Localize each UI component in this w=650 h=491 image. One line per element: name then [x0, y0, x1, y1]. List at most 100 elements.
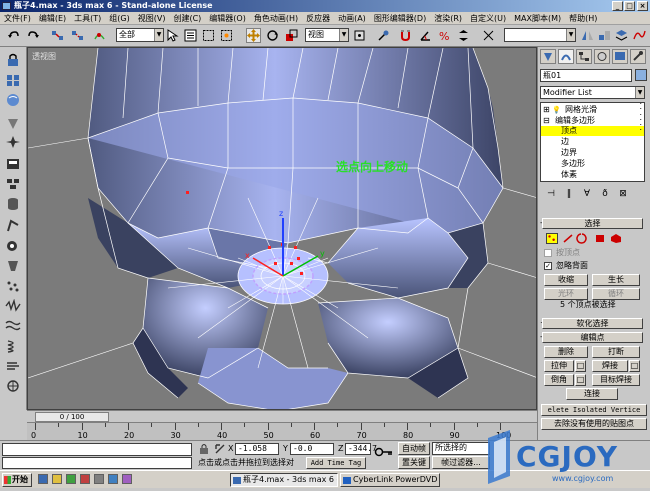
menu-modifiers[interactable]: 编辑器(O) — [205, 12, 250, 25]
make-unique-icon[interactable]: ∀ — [580, 187, 594, 201]
select-filter-icon[interactable] — [5, 73, 21, 87]
vertex-mode-icon[interactable] — [546, 233, 558, 244]
polygon-mode-icon[interactable] — [594, 233, 606, 244]
menu-edit[interactable]: 编辑(E) — [35, 12, 70, 25]
noise-icon[interactable] — [5, 298, 21, 313]
absolute-mode-icon[interactable] — [214, 443, 226, 455]
constraint-icon[interactable] — [5, 379, 21, 393]
weld-settings-button[interactable]: □ — [629, 360, 640, 372]
rollout-soft-selection[interactable]: 软化选择 — [542, 318, 643, 329]
paint-icon[interactable] — [5, 239, 21, 253]
snap-toggle-icon[interactable] — [398, 28, 413, 43]
light-icon[interactable] — [5, 259, 21, 273]
pin-stack-icon[interactable]: ⊣ — [544, 187, 558, 201]
weld-button[interactable]: 焊接 — [592, 360, 628, 372]
ignore-backface-checkbox[interactable]: ✓ — [544, 262, 552, 270]
expand-icon[interactable]: ⊞ — [543, 105, 550, 115]
maximize-button[interactable]: □ — [624, 1, 635, 11]
mirror-icon[interactable] — [580, 28, 595, 43]
edge-mode-icon[interactable] — [562, 233, 574, 244]
menu-reactor[interactable]: 反应器 — [302, 12, 334, 25]
stack-item-element[interactable]: 体素 — [541, 170, 644, 180]
rollout-edit-vertices[interactable]: 编辑点 — [542, 332, 643, 343]
element-mode-icon[interactable] — [610, 233, 622, 244]
add-time-tag-button[interactable]: Add Time Tag — [306, 457, 366, 469]
selection-filter-dropdown[interactable]: 全部 ▼ — [116, 28, 164, 42]
ring-button[interactable]: 光环 — [544, 288, 588, 300]
cylinder-icon[interactable] — [5, 197, 21, 211]
use-pivot-center-icon[interactable] — [352, 28, 367, 43]
wind-icon[interactable] — [5, 359, 21, 373]
quicklaunch-app2-icon[interactable] — [94, 474, 104, 484]
window-crossing-icon[interactable] — [219, 28, 234, 43]
layer-manager-icon[interactable] — [614, 28, 629, 43]
extrude-settings-button[interactable]: □ — [575, 360, 586, 372]
hierarchy-icon[interactable] — [5, 177, 21, 191]
stack-item-vertex[interactable]: 顶点 ⁚ — [541, 123, 644, 136]
close-button[interactable]: × — [637, 1, 648, 11]
loop-button[interactable]: 循环 — [592, 288, 640, 300]
sphere-icon[interactable] — [5, 93, 21, 107]
collapse-icon[interactable]: ⊟ — [543, 116, 550, 126]
bind-space-warp-icon[interactable] — [92, 28, 107, 43]
tape-icon[interactable] — [5, 135, 21, 149]
extrude-button[interactable]: 拉伸 — [544, 360, 574, 372]
object-name-field[interactable]: 瓶01 — [540, 69, 632, 82]
connect-button[interactable]: 连接 — [566, 388, 618, 400]
maxscript-listener[interactable] — [2, 443, 192, 456]
menu-animation[interactable]: 动画(A) — [334, 12, 370, 25]
quicklaunch-app4-icon[interactable] — [122, 474, 132, 484]
select-and-scale-icon[interactable] — [284, 28, 299, 43]
select-and-rotate-icon[interactable] — [265, 28, 280, 43]
lock-icon[interactable] — [5, 53, 21, 67]
menu-create[interactable]: 创建(C) — [169, 12, 205, 25]
minimize-button[interactable]: _ — [612, 1, 623, 11]
set-key-button[interactable]: 置关键 — [398, 456, 430, 469]
select-by-name-icon[interactable] — [183, 28, 198, 43]
delete-isolated-vertices-button[interactable]: elete Isolated Vertice — [541, 404, 647, 416]
utilities-tab-icon[interactable] — [630, 49, 646, 64]
spinner-snap-icon[interactable] — [456, 28, 471, 43]
target-weld-button[interactable]: 目标焊接 — [592, 374, 640, 386]
particle-icon[interactable] — [5, 279, 21, 293]
menu-rendering[interactable]: 渲染(R) — [430, 12, 466, 25]
menu-character[interactable]: 角色动画(H) — [250, 12, 302, 25]
hierarchy-tab-icon[interactable] — [576, 49, 592, 64]
key-icon[interactable] — [374, 445, 394, 459]
track-bar[interactable]: 0102030405060708090100 — [27, 422, 537, 440]
selection-lock-icon[interactable] — [198, 443, 210, 455]
remove-button[interactable]: 删除 — [544, 346, 588, 358]
select-and-manipulate-icon[interactable] — [376, 28, 391, 43]
chamfer-button[interactable]: 倒角 — [544, 374, 574, 386]
menu-customize[interactable]: 自定义(U) — [466, 12, 510, 25]
reference-coordinate-dropdown[interactable]: 视图 ▼ — [305, 28, 349, 42]
viewport-label[interactable]: 透视图 — [32, 51, 56, 62]
menu-help[interactable]: 帮助(H) — [565, 12, 601, 25]
menu-views[interactable]: 视图(V) — [134, 12, 170, 25]
stack-item-meshsmooth[interactable]: ⊞ 💡 网格光滑 ⁚ — [541, 102, 644, 115]
motion-tab-icon[interactable] — [594, 49, 610, 64]
menu-maxscript[interactable]: MAX脚本(M) — [510, 12, 565, 25]
maxscript-mini-listener[interactable] — [2, 457, 192, 469]
quicklaunch-app-icon[interactable] — [80, 474, 90, 484]
select-and-move-icon[interactable] — [246, 28, 261, 43]
spring-icon[interactable] — [5, 339, 21, 353]
undo-icon[interactable] — [6, 28, 21, 43]
stack-item-border[interactable]: 边界 — [541, 148, 644, 158]
remove-modifier-icon[interactable]: ð — [598, 187, 612, 201]
percent-snap-icon[interactable]: % — [437, 28, 452, 43]
break-button[interactable]: 打断 — [592, 346, 640, 358]
stack-item-polygon[interactable]: 多边形 — [541, 159, 644, 169]
display-tab-icon[interactable] — [612, 49, 628, 64]
perspective-viewport[interactable]: z y x 透视图 选点向上移动 — [27, 47, 537, 410]
named-selection-icon[interactable] — [481, 28, 496, 43]
task-3dsmax[interactable]: 瓶子4.max - 3ds max 6 -... — [230, 473, 338, 487]
stack-item-editable-poly[interactable]: ⊟ 编辑多边形 ⁚ — [541, 113, 644, 126]
show-end-result-icon[interactable]: ‖ — [562, 187, 576, 201]
rectangular-selection-icon[interactable] — [201, 28, 216, 43]
y-coordinate-field[interactable]: -0.0 — [290, 443, 334, 455]
menu-graph-editors[interactable]: 图形编辑器(D) — [370, 12, 430, 25]
lathe-icon[interactable] — [5, 117, 21, 131]
object-color-swatch[interactable] — [635, 69, 647, 81]
menu-group[interactable]: 组(G) — [105, 12, 133, 25]
